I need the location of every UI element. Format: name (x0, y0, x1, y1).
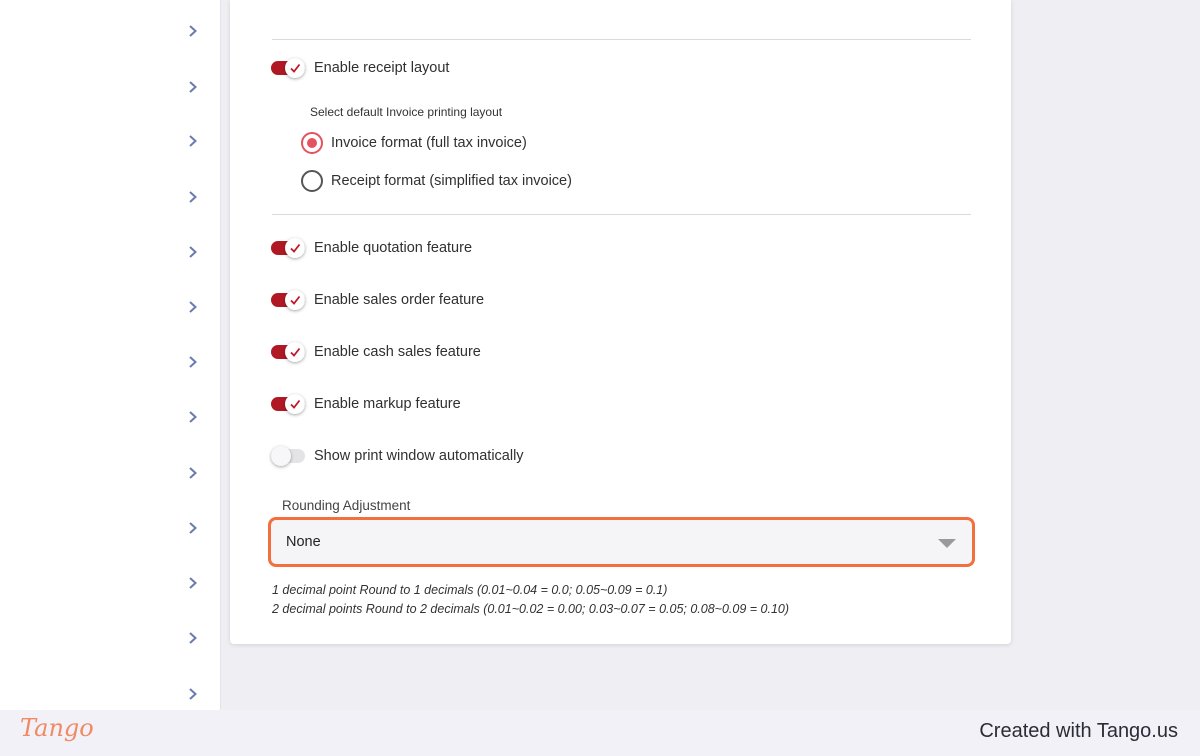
printing-layout-caption: Select default Invoice printing layout (310, 105, 503, 119)
radio-button-checked[interactable] (301, 132, 323, 154)
sidebar-expand-chevron-icon[interactable] (184, 353, 202, 371)
markup-label: Enable markup feature (314, 396, 461, 412)
invoice-format-label: Invoice format (full tax invoice) (331, 135, 527, 151)
sidebar (0, 0, 221, 710)
quotation-toggle[interactable] (271, 238, 305, 258)
sidebar-expand-chevron-icon[interactable] (184, 243, 202, 261)
sidebar-expand-chevron-icon[interactable] (184, 22, 202, 40)
sidebar-expand-chevron-icon[interactable] (184, 629, 202, 647)
sales-order-label: Enable sales order feature (314, 292, 485, 308)
receipt-layout-setting: Enable receipt layout (271, 56, 449, 80)
sidebar-expand-chevron-icon[interactable] (184, 298, 202, 316)
sales-order-toggle[interactable] (271, 290, 305, 310)
sidebar-expand-chevron-icon[interactable] (184, 188, 202, 206)
created-with-credit: Created with Tango.us (979, 720, 1178, 742)
rounding-adjustment-label: Rounding Adjustment (282, 498, 411, 513)
print-window-toggle[interactable] (271, 446, 305, 466)
rounding-adjustment-select[interactable]: None (268, 517, 975, 567)
sidebar-expand-chevron-icon[interactable] (184, 78, 202, 96)
sidebar-expand-chevron-icon[interactable] (184, 574, 202, 592)
receipt-layout-label: Enable receipt layout (314, 60, 450, 76)
check-icon (290, 243, 301, 253)
sales-order-setting: Enable sales order feature (271, 288, 484, 312)
receipt-format-label: Receipt format (simplified tax invoice) (331, 173, 572, 189)
cash-sales-label: Enable cash sales feature (314, 344, 481, 360)
rounding-adjustment-value: None (286, 534, 321, 550)
radio-button[interactable] (301, 170, 323, 192)
sidebar-expand-chevron-icon[interactable] (184, 685, 202, 703)
divider (272, 214, 971, 215)
receipt-layout-toggle[interactable] (271, 58, 305, 78)
tango-logo: Tango (20, 714, 94, 742)
settings-card: Enable receipt layout Select default Inv… (230, 0, 1011, 644)
dropdown-arrow-icon (938, 539, 956, 548)
tango-footer: Tango Created with Tango.us (0, 710, 1200, 756)
sidebar-expand-chevron-icon[interactable] (184, 519, 202, 537)
sidebar-expand-chevron-icon[interactable] (184, 408, 202, 426)
cash-sales-toggle[interactable] (271, 342, 305, 362)
rounding-hint-1-decimal: 1 decimal point Round to 1 decimals (0.0… (272, 583, 668, 597)
markup-toggle[interactable] (271, 394, 305, 414)
divider (272, 39, 971, 40)
quotation-setting: Enable quotation feature (271, 236, 472, 260)
check-icon (290, 295, 301, 305)
sidebar-expand-chevron-icon[interactable] (184, 132, 202, 150)
check-icon (290, 347, 301, 357)
print-window-label: Show print window automatically (314, 448, 524, 464)
markup-setting: Enable markup feature (271, 392, 461, 416)
invoice-format-option[interactable]: Invoice format (full tax invoice) (301, 131, 527, 155)
rounding-hint-2-decimals: 2 decimal points Round to 2 decimals (0.… (272, 602, 790, 616)
quotation-label: Enable quotation feature (314, 240, 473, 256)
receipt-format-option[interactable]: Receipt format (simplified tax invoice) (301, 169, 572, 193)
check-icon (290, 63, 301, 73)
sidebar-expand-chevron-icon[interactable] (184, 464, 202, 482)
check-icon (290, 399, 301, 409)
cash-sales-setting: Enable cash sales feature (271, 340, 481, 364)
print-window-setting: Show print window automatically (271, 444, 524, 468)
